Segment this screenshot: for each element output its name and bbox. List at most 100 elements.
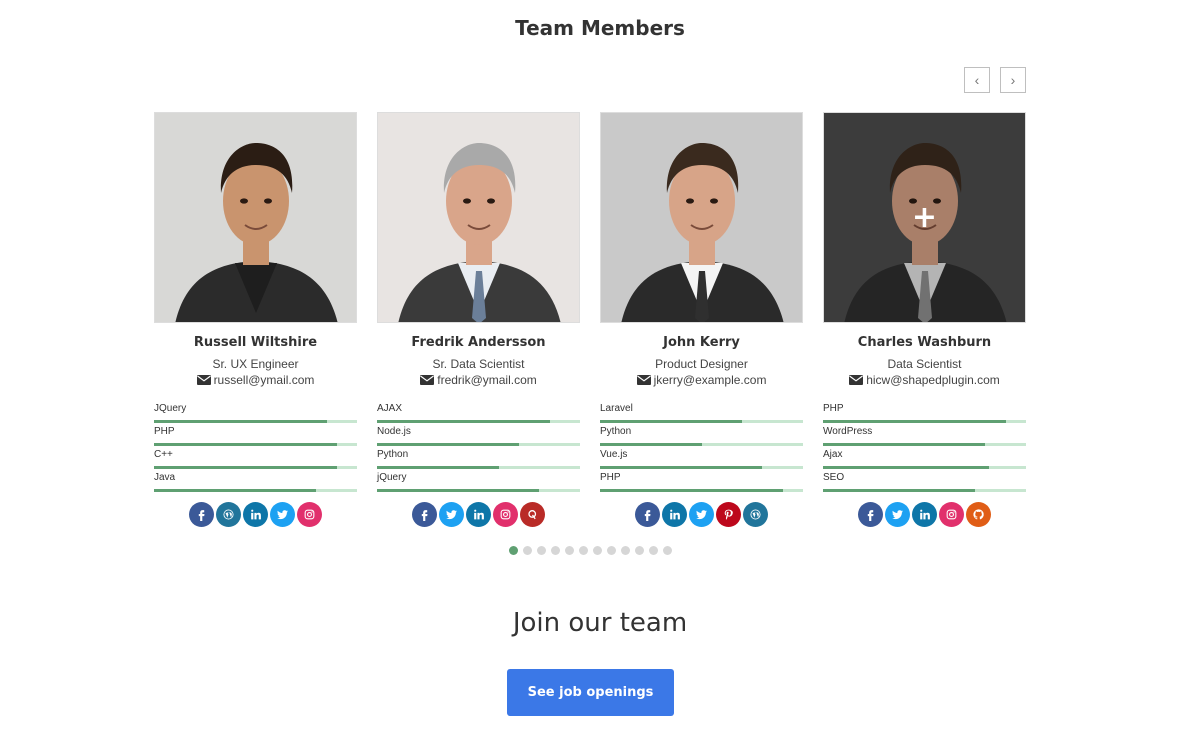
pagination-dot[interactable] (579, 546, 588, 555)
skill-bar-track (377, 489, 580, 492)
member-photo[interactable]: + (823, 112, 1026, 323)
carousel-prev-button[interactable]: ‹ (964, 67, 990, 93)
pagination-dot[interactable] (607, 546, 616, 555)
linkedin-icon[interactable] (243, 502, 268, 527)
skill-row: Laravel (600, 402, 803, 425)
skill-bar-track (154, 466, 357, 469)
skill-bar-track (823, 443, 1026, 446)
member-email[interactable]: jkerry@example.com (600, 373, 803, 387)
facebook-icon[interactable] (412, 502, 437, 527)
twitter-icon[interactable] (689, 502, 714, 527)
member-photo[interactable] (154, 112, 357, 323)
carousel-pagination (509, 546, 672, 555)
skill-label: Python (600, 426, 632, 437)
skill-bar-track (377, 420, 580, 423)
carousel-next-button[interactable]: › (1000, 67, 1026, 93)
linkedin-icon[interactable] (912, 502, 937, 527)
skill-label: SEO (823, 472, 845, 483)
github-icon[interactable] (966, 502, 991, 527)
skill-bar-track (823, 489, 1026, 492)
section-title: Team Members (515, 16, 685, 40)
team-member-card: John Kerry Product Designer jkerry@example… (600, 112, 803, 527)
member-name: John Kerry (663, 335, 740, 350)
pinterest-icon[interactable] (716, 502, 741, 527)
facebook-icon[interactable] (189, 502, 214, 527)
twitter-icon[interactable] (270, 502, 295, 527)
linkedin-icon[interactable] (662, 502, 687, 527)
member-job-title: Product Designer (655, 357, 748, 371)
skill-bar-fill (823, 489, 976, 492)
pagination-dot[interactable] (551, 546, 560, 555)
skill-bar-fill (377, 489, 540, 492)
member-email[interactable]: hicw@shapedplugin.com (823, 373, 1026, 387)
skill-bar-fill (600, 420, 743, 423)
pagination-dot[interactable] (663, 546, 672, 555)
pagination-dot[interactable] (523, 546, 532, 555)
pagination-dot[interactable] (649, 546, 658, 555)
see-job-openings-button[interactable]: See job openings (507, 669, 674, 716)
skill-bar-track (823, 420, 1026, 423)
skill-row: JQuery (154, 402, 357, 425)
pagination-dot[interactable] (565, 546, 574, 555)
skill-label: C++ (154, 449, 173, 460)
facebook-icon[interactable] (635, 502, 660, 527)
quora-icon[interactable] (520, 502, 545, 527)
member-email[interactable]: russell@ymail.com (154, 373, 357, 387)
skills-list: JQuery PHP C++ Java (154, 402, 357, 494)
skill-row: WordPress (823, 425, 1026, 448)
social-links (823, 502, 1026, 527)
skill-row: Ajax (823, 448, 1026, 471)
social-links (154, 502, 357, 527)
skill-bar-track (600, 466, 803, 469)
member-email-text: russell@ymail.com (213, 373, 315, 387)
skills-list: AJAX Node.js Python jQuery (377, 402, 580, 494)
skill-row: PHP (823, 402, 1026, 425)
skill-bar-fill (154, 466, 337, 469)
skill-bar-fill (823, 466, 990, 469)
member-photo[interactable] (377, 112, 580, 323)
facebook-icon[interactable] (858, 502, 883, 527)
skills-list: PHP WordPress Ajax SEO (823, 402, 1026, 494)
plus-icon[interactable]: + (912, 202, 937, 233)
skill-bar-fill (823, 443, 986, 446)
skill-bar-track (154, 420, 357, 423)
skill-bar-track (600, 420, 803, 423)
member-photo[interactable] (600, 112, 803, 323)
twitter-icon[interactable] (885, 502, 910, 527)
instagram-icon[interactable] (297, 502, 322, 527)
skill-row: AJAX (377, 402, 580, 425)
wordpress-icon[interactable] (216, 502, 241, 527)
skill-bar-fill (823, 420, 1006, 423)
team-member-card: Fredrik Andersson Sr. Data Scientist fredr… (377, 112, 580, 527)
twitter-icon[interactable] (439, 502, 464, 527)
instagram-icon[interactable] (939, 502, 964, 527)
chevron-left-icon: ‹ (974, 72, 980, 88)
pagination-dot[interactable] (621, 546, 630, 555)
skill-bar-fill (154, 489, 317, 492)
envelope-icon (196, 375, 211, 385)
skill-row: SEO (823, 471, 1026, 494)
skill-label: Ajax (823, 449, 843, 460)
wordpress-icon[interactable] (743, 502, 768, 527)
member-job-title: Sr. UX Engineer (212, 357, 299, 371)
member-email[interactable]: fredrik@ymail.com (377, 373, 580, 387)
pagination-dot[interactable] (635, 546, 644, 555)
skill-row: C++ (154, 448, 357, 471)
skill-label: PHP (600, 472, 621, 483)
pagination-dot[interactable] (537, 546, 546, 555)
skill-label: WordPress (823, 426, 873, 437)
skill-label: Java (154, 472, 176, 483)
linkedin-icon[interactable] (466, 502, 491, 527)
member-email-text: fredrik@ymail.com (437, 373, 537, 387)
skill-label: PHP (154, 426, 175, 437)
skill-label: JQuery (154, 403, 187, 414)
skill-row: Python (377, 448, 580, 471)
skill-label: PHP (823, 403, 844, 414)
skill-bar-track (154, 443, 357, 446)
pagination-dot[interactable] (593, 546, 602, 555)
member-email-text: jkerry@example.com (653, 373, 767, 387)
pagination-dot[interactable] (509, 546, 518, 555)
skill-bar-fill (377, 443, 520, 446)
instagram-icon[interactable] (493, 502, 518, 527)
team-carousel: Russell Wiltshire Sr. UX Engineer russell@… (154, 112, 1026, 532)
